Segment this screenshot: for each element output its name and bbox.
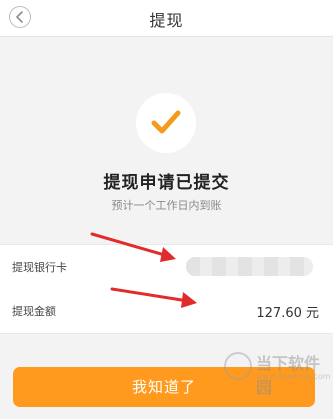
bank-card-row[interactable]: 提现银行卡 [0, 244, 333, 290]
confirm-button[interactable]: 我知道了 [13, 367, 315, 407]
success-badge [136, 93, 196, 153]
status-title: 提现申请已提交 [103, 173, 230, 193]
bank-card-label: 提现银行卡 [12, 261, 67, 274]
status-panel: 提现申请已提交 预计一个工作日内到账 [0, 37, 333, 243]
masked-bank-card [186, 257, 313, 276]
navigation-bar: 提现 [0, 0, 333, 37]
amount-row: 提现金额 127.60 元 [0, 289, 333, 334]
status-subtitle: 预计一个工作日内到账 [111, 199, 222, 212]
page-title: 提现 [149, 11, 184, 30]
check-icon [151, 110, 181, 134]
amount-value: 127.60 元 [256, 306, 319, 321]
amount-label: 提现金额 [12, 305, 56, 318]
